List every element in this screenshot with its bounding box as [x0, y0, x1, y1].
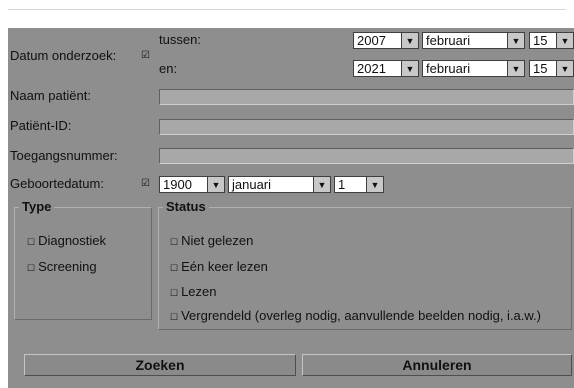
cancel-button[interactable]: Annuleren: [302, 354, 572, 376]
chevron-down-icon[interactable]: ▼: [401, 33, 418, 48]
checkbox-icon[interactable]: ☐: [170, 288, 178, 298]
chevron-down-icon[interactable]: ▼: [507, 61, 524, 76]
birth-day-select[interactable]: 1 ▼: [334, 176, 384, 193]
chevron-down-icon[interactable]: ▼: [207, 177, 224, 192]
chevron-down-icon[interactable]: ▼: [313, 177, 330, 192]
search-panel: Datum onderzoek: ☑ tussen: en: 2007 ▼ fe…: [8, 28, 574, 388]
status-option-vergrendeld[interactable]: ☐ Vergrendeld (overleg nodig, aanvullende…: [170, 308, 541, 325]
exam-from-year-select[interactable]: 2007 ▼: [353, 32, 419, 49]
exam-from-day-select[interactable]: 15 ▼: [529, 32, 574, 49]
exam-date-from-label: tussen:: [159, 32, 201, 47]
status-option-een-keer-lezen[interactable]: ☐ Eén keer lezen: [170, 259, 268, 276]
status-option-label: Lezen: [181, 284, 217, 299]
exam-from-day-value: 15: [530, 33, 556, 48]
status-option-label: Vergrendeld (overleg nodig, aanvullende …: [181, 308, 542, 323]
birth-day-value: 1: [335, 177, 366, 192]
status-option-label: Niet gelezen: [181, 233, 254, 248]
exam-date-label: Datum onderzoek:: [10, 48, 117, 63]
type-option-label: Screening: [38, 259, 97, 274]
exam-to-day-value: 15: [530, 61, 556, 76]
status-option-niet-gelezen[interactable]: ☐ Niet gelezen: [170, 233, 253, 250]
chevron-down-icon[interactable]: ▼: [366, 177, 383, 192]
type-option-diagnostiek[interactable]: ☐ Diagnostiek: [27, 233, 106, 250]
exam-from-year-value: 2007: [354, 33, 401, 48]
exam-to-month-select[interactable]: februari ▼: [422, 60, 525, 77]
chevron-down-icon[interactable]: ▼: [556, 33, 573, 48]
chevron-down-icon[interactable]: ▼: [401, 61, 418, 76]
checkbox-icon[interactable]: ☐: [27, 263, 35, 273]
checkbox-icon[interactable]: ☐: [170, 263, 178, 273]
birth-month-value: januari: [229, 177, 313, 192]
status-option-label: Eén keer lezen: [181, 259, 268, 274]
status-option-lezen[interactable]: ☐ Lezen: [170, 284, 217, 301]
birth-date-label: Geboortedatum:: [10, 176, 104, 191]
top-divider: [8, 9, 566, 10]
type-group-legend: Type: [22, 199, 52, 214]
exam-to-day-select[interactable]: 15 ▼: [529, 60, 574, 77]
type-option-label: Diagnostiek: [38, 233, 107, 248]
search-button[interactable]: Zoeken: [24, 354, 296, 376]
exam-date-to-label: en:: [159, 61, 178, 76]
status-group-legend: Status: [166, 199, 206, 214]
patient-name-input[interactable]: [159, 89, 574, 105]
exam-to-year-value: 2021: [354, 61, 401, 76]
type-option-screening[interactable]: ☐ Screening: [27, 259, 97, 276]
exam-from-month-select[interactable]: februari ▼: [422, 32, 525, 49]
accession-label: Toegangsnummer:: [10, 148, 118, 163]
exam-date-checkbox[interactable]: ☑: [141, 48, 150, 64]
exam-from-month-value: februari: [423, 33, 507, 48]
birth-date-checkbox[interactable]: ☑: [141, 176, 150, 192]
checkbox-icon[interactable]: ☐: [170, 312, 178, 322]
chevron-down-icon[interactable]: ▼: [556, 61, 573, 76]
patient-id-input[interactable]: [159, 119, 574, 135]
patient-id-label: Patiënt-ID:: [10, 118, 72, 133]
birth-month-select[interactable]: januari ▼: [228, 176, 331, 193]
accession-input[interactable]: [159, 148, 574, 164]
exam-to-month-value: februari: [423, 61, 507, 76]
checkbox-icon[interactable]: ☐: [27, 237, 35, 247]
birth-year-select[interactable]: 1900 ▼: [159, 176, 225, 193]
checkbox-icon[interactable]: ☐: [170, 237, 178, 247]
patient-name-label: Naam patiënt:: [10, 88, 91, 103]
birth-year-value: 1900: [160, 177, 207, 192]
exam-to-year-select[interactable]: 2021 ▼: [353, 60, 419, 77]
chevron-down-icon[interactable]: ▼: [507, 33, 524, 48]
